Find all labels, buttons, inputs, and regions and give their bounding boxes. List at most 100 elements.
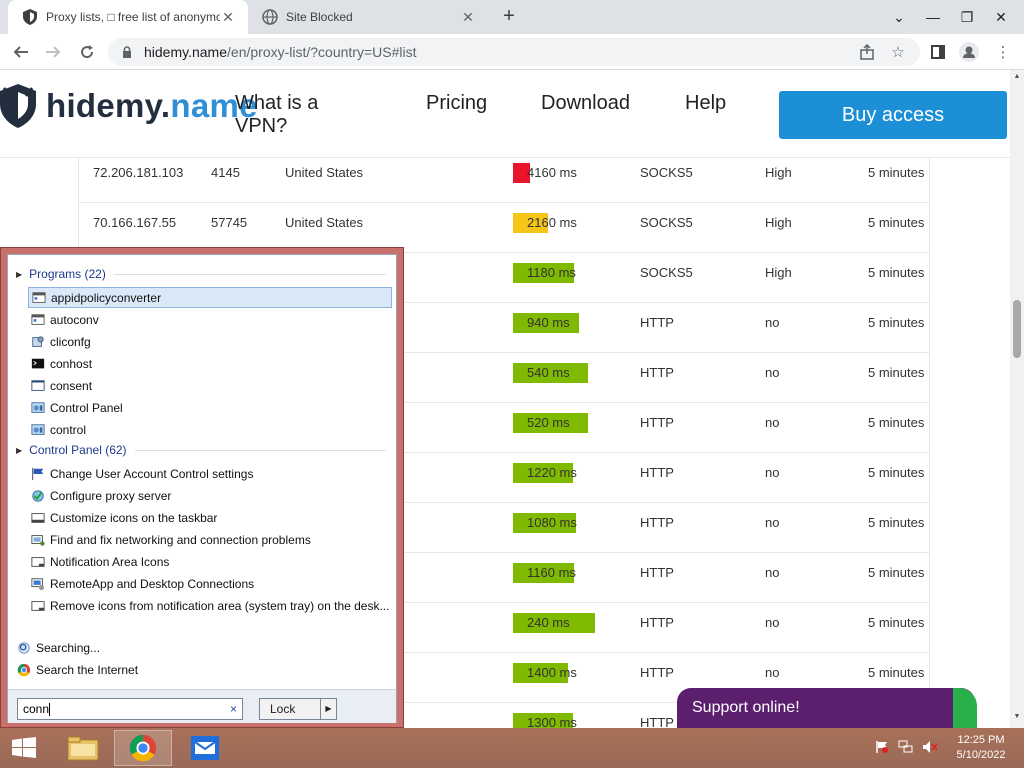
program-result[interactable]: conhost <box>28 353 392 374</box>
control-panel-result[interactable]: RemoteApp and Desktop Connections <box>28 573 392 594</box>
speed-value: 1160 ms <box>527 565 576 580</box>
close-window-icon[interactable]: ✕ <box>984 0 1018 34</box>
network-icon[interactable] <box>898 740 914 756</box>
speed-value: 240 ms <box>527 615 570 630</box>
program-result-label: autoconv <box>50 312 99 327</box>
support-label: Support online! <box>692 699 800 716</box>
programs-group-header[interactable]: ▶ Programs (22) <box>16 267 386 281</box>
proxy-type-cell: SOCKS5 <box>640 265 693 280</box>
control-panel-result[interactable]: Configure proxy server <box>28 485 392 506</box>
nav-download[interactable]: Download <box>541 92 630 115</box>
bookmark-star-icon[interactable]: ☆ <box>885 39 911 65</box>
minimize-icon[interactable]: — <box>916 0 950 34</box>
scrollbar-thumb[interactable] <box>1013 300 1021 358</box>
table-row[interactable]: 70.166.167.55 57745 United States 2160 ms SO… <box>79 203 929 253</box>
speed-value: 1180 ms <box>527 265 576 280</box>
site-logo[interactable]: hidemy.name <box>0 84 258 128</box>
divider <box>134 449 386 451</box>
start-button[interactable] <box>0 730 48 766</box>
lock-icon[interactable] <box>122 46 134 58</box>
power-options-arrow-icon[interactable]: ▶ <box>320 699 336 719</box>
table-row[interactable]: 72.206.181.103 4145 United States 4160 ms SO… <box>79 158 929 203</box>
tab-site-blocked[interactable]: Site Blocked ✕ <box>248 0 488 34</box>
last-check-cell: 5 minutes <box>868 215 925 230</box>
control-panel-result-label: Remove icons from notification area (sys… <box>50 598 390 613</box>
proxy-type-cell: SOCKS5 <box>640 215 693 230</box>
app-window-icon <box>31 291 47 305</box>
searching-label: Searching... <box>36 640 101 655</box>
scroll-down-arrow-icon[interactable]: ▼ <box>1010 710 1024 724</box>
hidemy-logo-shield-icon <box>0 84 36 128</box>
action-center-flag-icon[interactable] <box>874 740 890 756</box>
side-panel-icon[interactable] <box>925 39 951 65</box>
anonymity-cell: no <box>765 515 780 530</box>
nav-what-is-vpn[interactable]: What is a VPN? <box>235 92 335 138</box>
control-panel-result[interactable]: Customize icons on the taskbar <box>28 507 392 528</box>
close-tab-icon[interactable]: ✕ <box>220 9 236 25</box>
page-scrollbar[interactable]: ▲ ▼ <box>1010 70 1024 728</box>
program-result[interactable]: control <box>28 419 392 440</box>
control-panel-result[interactable]: Notification Area Icons <box>28 551 392 572</box>
speed-value: 4160 ms <box>527 165 577 180</box>
speed-value: 1300 ms <box>527 715 577 728</box>
address-bar[interactable]: hidemy.name/en/proxy-list/?country=US#li… <box>108 38 920 66</box>
back-icon[interactable] <box>8 39 34 65</box>
control-panel-icon <box>30 423 46 437</box>
restore-icon[interactable]: ❐ <box>950 0 984 34</box>
site-header: hidemy.name What is a VPN? Pricing Downl… <box>0 70 1010 158</box>
new-tab-button[interactable]: + <box>498 5 520 28</box>
program-result-label: cliconfg <box>50 334 91 349</box>
taskbar-chrome[interactable] <box>114 730 172 766</box>
start-search-input[interactable]: conn × <box>17 698 243 720</box>
control-panel-result[interactable]: Find and fix networking and connection p… <box>28 529 392 550</box>
system-clock[interactable]: 12:25 PM 5/10/2022 <box>946 733 1016 763</box>
globe-icon <box>262 9 278 25</box>
forward-icon[interactable] <box>40 39 66 65</box>
program-result-label: appidpolicyconverter <box>51 290 162 305</box>
anonymity-cell: no <box>765 615 780 630</box>
program-result[interactable]: autoconv <box>28 309 392 330</box>
tab-search-chevron-icon[interactable]: ⌄ <box>882 0 916 34</box>
taskbar-file-explorer[interactable] <box>54 730 112 766</box>
taskbar-mail[interactable] <box>176 730 234 766</box>
clear-search-icon[interactable]: × <box>230 699 237 719</box>
control-panel-result[interactable]: Remove icons from notification area (sys… <box>28 595 392 616</box>
program-result[interactable]: cliconfg <box>28 331 392 352</box>
proxy-type-cell: HTTP <box>640 615 674 630</box>
tab-title: Proxy lists, □ free list of anonymo <box>46 10 220 24</box>
nav-help[interactable]: Help <box>685 92 726 115</box>
chrome-icon <box>129 734 157 762</box>
buy-access-button[interactable]: Buy access <box>779 91 1007 139</box>
start-menu-panel: ▶ Programs (22) appidpolicyconverter auto… <box>7 254 397 723</box>
search-input-value: conn <box>23 702 50 716</box>
support-chat-widget[interactable]: Support online! <box>677 688 977 728</box>
profile-avatar-icon[interactable] <box>956 39 982 65</box>
network-troubleshoot-icon <box>30 533 46 547</box>
control-panel-group-header[interactable]: ▶ Control Panel (62) <box>16 443 386 457</box>
share-icon[interactable] <box>854 39 880 65</box>
proxy-type-cell: HTTP <box>640 665 674 680</box>
lock-button[interactable]: Lock ▶ <box>259 698 337 720</box>
proxy-type-cell: HTTP <box>640 465 674 480</box>
search-internet-item[interactable]: Search the Internet <box>14 659 378 680</box>
program-result[interactable]: consent <box>28 375 392 396</box>
url-path: /en/proxy-list/?country=US#list <box>227 44 417 60</box>
volume-muted-icon[interactable] <box>922 740 938 756</box>
expand-triangle-icon: ▶ <box>16 269 23 279</box>
scroll-up-arrow-icon[interactable]: ▲ <box>1010 70 1024 84</box>
browser-toolbar: hidemy.name/en/proxy-list/?country=US#li… <box>0 34 1024 70</box>
anonymity-cell: no <box>765 565 780 580</box>
program-result[interactable]: appidpolicyconverter <box>28 287 392 308</box>
tab-proxy-lists[interactable]: Proxy lists, □ free list of anonymo ✕ <box>8 0 248 34</box>
close-tab-icon[interactable]: ✕ <box>460 9 476 25</box>
anonymity-cell: no <box>765 465 780 480</box>
nav-pricing[interactable]: Pricing <box>426 92 487 115</box>
menu-kebab-icon[interactable]: ⋮ <box>990 39 1016 65</box>
blank-window-icon <box>30 379 46 393</box>
control-panel-result-label: Find and fix networking and connection p… <box>50 532 311 547</box>
control-panel-result[interactable]: Change User Account Control settings <box>28 463 392 484</box>
program-result[interactable]: Control Panel <box>28 397 392 418</box>
anonymity-cell: no <box>765 365 780 380</box>
reload-icon[interactable] <box>74 39 100 65</box>
remote-desktop-icon <box>30 577 46 591</box>
